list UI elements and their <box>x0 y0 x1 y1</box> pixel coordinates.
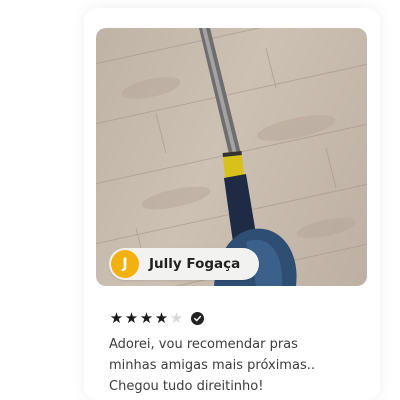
star-icon: ★ <box>154 309 169 327</box>
review-text: Adorei, vou recomendar pras minhas amiga… <box>109 337 315 394</box>
author-avatar: J <box>111 250 139 278</box>
star-icon: ★ <box>139 309 154 327</box>
verified-check-icon <box>191 311 204 325</box>
star-icon: ★ <box>109 309 124 327</box>
review-card: J Jully Fogaça ★ ★ ★ ★ ★ Adorei, vou rec… <box>84 8 380 400</box>
author-badge: J Jully Fogaça <box>109 248 259 280</box>
author-name: Jully Fogaça <box>149 256 241 272</box>
star-icon: ★ <box>124 309 139 327</box>
star-rating: ★ ★ ★ ★ ★ <box>109 310 204 326</box>
star-icon: ★ <box>169 309 184 327</box>
